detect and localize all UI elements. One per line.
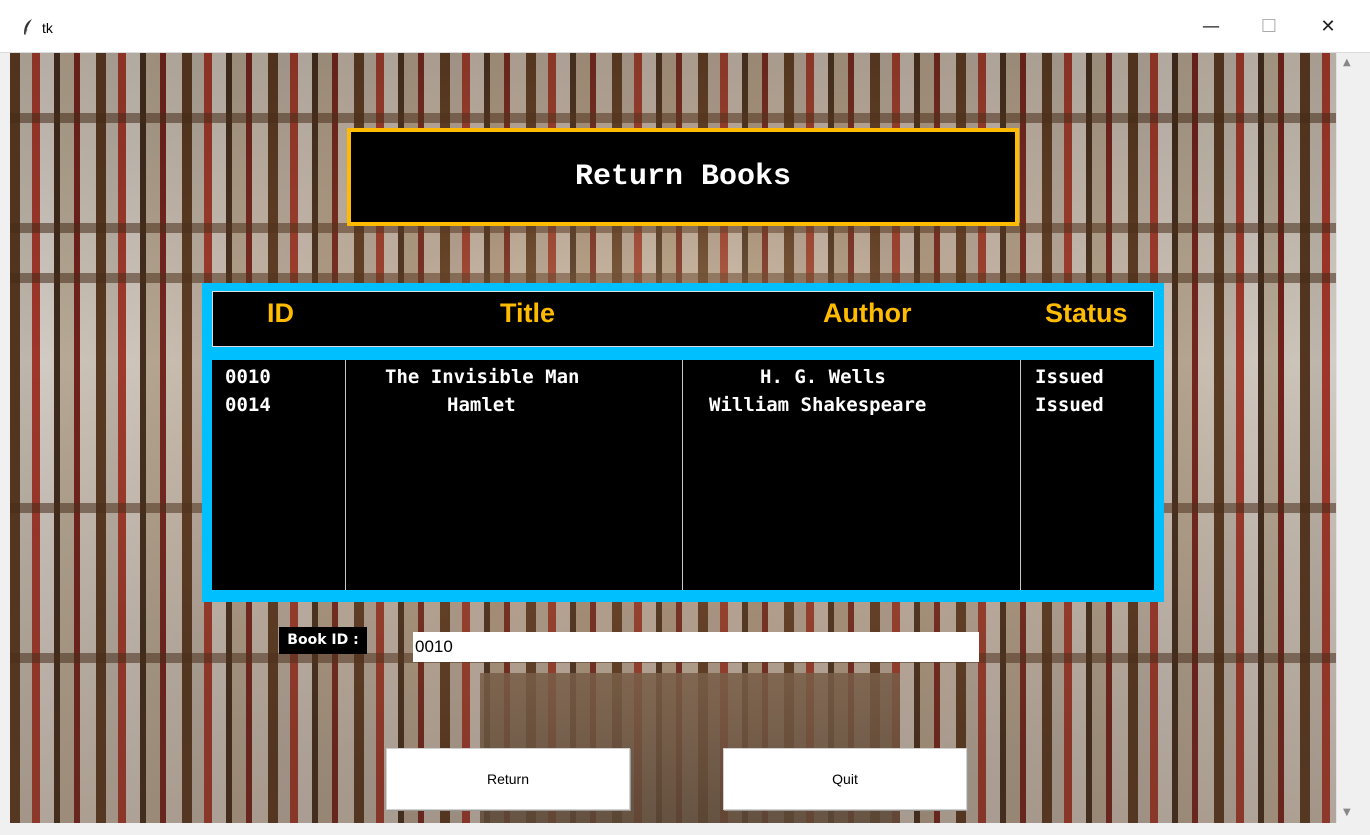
return-button[interactable]: Return bbox=[386, 748, 630, 810]
id-column: 0010 0014 bbox=[212, 360, 346, 590]
feather-icon bbox=[22, 18, 34, 40]
table-cell-id: 0014 bbox=[225, 394, 271, 416]
table-cell-author: William Shakespeare bbox=[709, 394, 927, 416]
window-title: tk bbox=[42, 20, 53, 36]
scroll-down-arrow-icon[interactable]: ▼ bbox=[1343, 807, 1351, 818]
close-button[interactable]: ✕ bbox=[1308, 12, 1348, 42]
books-table-body[interactable]: 0010 0014 The Invisible Man Hamlet H. G.… bbox=[212, 360, 1154, 590]
column-header-author: Author bbox=[823, 298, 912, 328]
book-id-input[interactable] bbox=[413, 632, 979, 662]
table-cell-status: Issued bbox=[1035, 366, 1104, 388]
heading-frame: Return Books bbox=[347, 128, 1019, 226]
table-cell-id: 0010 bbox=[225, 366, 271, 388]
books-table-header: ID Title Author Status bbox=[212, 291, 1154, 347]
table-cell-title: The Invisible Man bbox=[385, 366, 580, 388]
column-header-id: ID bbox=[267, 298, 294, 328]
maximize-button[interactable]: ☐ bbox=[1249, 12, 1289, 42]
table-cell-status: Issued bbox=[1035, 394, 1104, 416]
quit-button[interactable]: Quit bbox=[723, 748, 967, 810]
minimize-button[interactable]: — bbox=[1191, 12, 1231, 42]
column-header-status: Status bbox=[1045, 298, 1128, 328]
book-id-label: Book ID : bbox=[279, 627, 367, 654]
table-cell-title: Hamlet bbox=[447, 394, 516, 416]
author-column: H. G. Wells William Shakespeare bbox=[683, 360, 1021, 590]
vertical-scrollbar[interactable]: ▲ ▼ bbox=[1336, 53, 1361, 823]
window-titlebar: tk — ☐ ✕ bbox=[0, 0, 1370, 53]
column-header-title: Title bbox=[500, 298, 556, 328]
title-column: The Invisible Man Hamlet bbox=[346, 360, 683, 590]
status-column: Issued Issued bbox=[1021, 360, 1154, 590]
table-cell-author: H. G. Wells bbox=[760, 366, 886, 388]
page-title: Return Books bbox=[574, 160, 792, 194]
scroll-up-arrow-icon[interactable]: ▲ bbox=[1343, 57, 1351, 68]
